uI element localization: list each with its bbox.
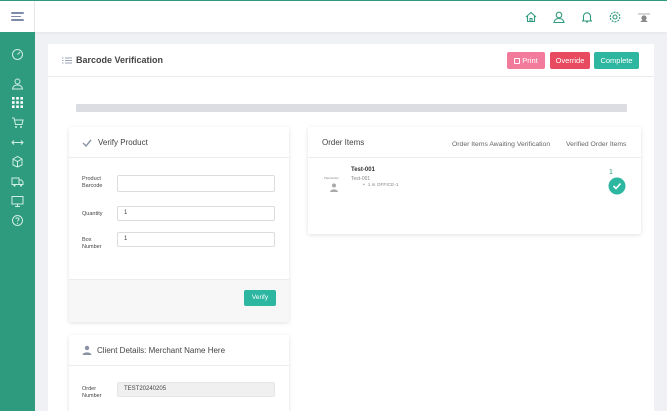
- sidebar-user-icon[interactable]: [11, 77, 24, 90]
- settings-gear-icon[interactable]: [608, 10, 622, 24]
- box-number-label: Box Number: [82, 237, 112, 251]
- box-icon[interactable]: [11, 155, 24, 168]
- order-items-card: Order Items Order Items Awaiting Verific…: [308, 127, 641, 234]
- dashboard-gauge-icon[interactable]: [11, 48, 24, 61]
- order-items-header: Order Items Order Items Awaiting Verific…: [308, 127, 641, 158]
- checkmark-icon: [82, 139, 92, 147]
- home-icon[interactable]: [524, 10, 538, 24]
- panel-header: Barcode Verification Print Override Comp…: [48, 44, 654, 77]
- product-barcode-input[interactable]: [117, 175, 275, 192]
- product-barcode-label: Product Barcode: [82, 176, 112, 190]
- order-number-label: Order Number: [82, 386, 112, 400]
- order-number-field: TEST20240205: [117, 382, 275, 397]
- print-button[interactable]: Print: [507, 52, 545, 69]
- list-icon: [62, 57, 72, 64]
- box-number-label-line1: Box: [82, 237, 92, 243]
- box-number-label-line2: Number: [82, 244, 102, 250]
- verify-button[interactable]: Verify: [244, 290, 276, 306]
- print-icon: [514, 57, 521, 64]
- verify-product-title: Verify Product: [98, 138, 148, 147]
- order-number-label-line2: Number: [82, 393, 102, 399]
- verify-product-card: Verify Product Product Barcode Quantity …: [69, 127, 289, 322]
- client-details-header: Client Details: Merchant Name Here: [69, 335, 289, 366]
- item-quantity: 1: [609, 169, 613, 176]
- monitor-icon[interactable]: [11, 195, 24, 208]
- bullet: •: [363, 183, 365, 188]
- item-location: • 1 in OFFICE-1: [363, 183, 399, 188]
- help-icon[interactable]: [11, 214, 24, 227]
- quantity-input[interactable]: 1: [117, 206, 275, 221]
- verify-product-header: Verify Product: [69, 127, 289, 158]
- page-title: Barcode Verification: [76, 55, 164, 65]
- quantity-label: Quantity: [82, 211, 103, 217]
- print-button-label: Print: [522, 56, 538, 65]
- product-barcode-label-line1: Product: [82, 176, 101, 182]
- barcode-verification-panel: Barcode Verification Print Override Comp…: [48, 44, 654, 411]
- tab-awaiting-verification[interactable]: Order Items Awaiting Verification: [452, 141, 550, 148]
- order-items-title: Order Items: [322, 138, 365, 147]
- complete-button[interactable]: Complete: [594, 52, 639, 69]
- item-thumbnail: Placeholder: [324, 176, 344, 198]
- order-item-row: Placeholder Test-001 Test-001 • 1 in OFFI…: [308, 167, 641, 227]
- placeholder-image-icon: [330, 183, 338, 192]
- hamburger-menu-icon[interactable]: [11, 12, 24, 21]
- verification-progress-bar: [76, 104, 627, 112]
- truck-icon[interactable]: [11, 175, 24, 188]
- bell-icon[interactable]: [580, 10, 594, 24]
- product-barcode-label-line2: Barcode: [82, 183, 103, 189]
- transfer-arrows-icon[interactable]: [11, 136, 24, 149]
- thumbnail-caption: Placeholder: [324, 176, 339, 180]
- client-details-title: Client Details: Merchant Name Here: [97, 346, 226, 355]
- item-sku: Test-001: [351, 176, 371, 182]
- apps-grid-icon[interactable]: [11, 96, 24, 109]
- sidebar: [0, 32, 35, 411]
- order-number-label-line1: Order: [82, 386, 97, 392]
- item-name: Test-001: [351, 167, 375, 173]
- check-circle-icon: [608, 177, 626, 195]
- client-details-card: Client Details: Merchant Name Here Order…: [69, 335, 289, 411]
- box-number-input[interactable]: 1: [117, 232, 275, 247]
- brand-area: [0, 1, 35, 32]
- cart-icon[interactable]: [11, 116, 24, 129]
- item-location-text: 1 in OFFICE-1: [367, 183, 399, 188]
- tab-verified-order-items[interactable]: Verified Order Items: [566, 141, 626, 148]
- client-user-icon: [82, 345, 92, 355]
- avatar-icon[interactable]: [637, 10, 651, 24]
- user-icon[interactable]: [552, 10, 566, 24]
- verify-product-footer: Verify: [69, 279, 289, 322]
- top-bar: [0, 0, 667, 32]
- override-button[interactable]: Override: [550, 52, 590, 69]
